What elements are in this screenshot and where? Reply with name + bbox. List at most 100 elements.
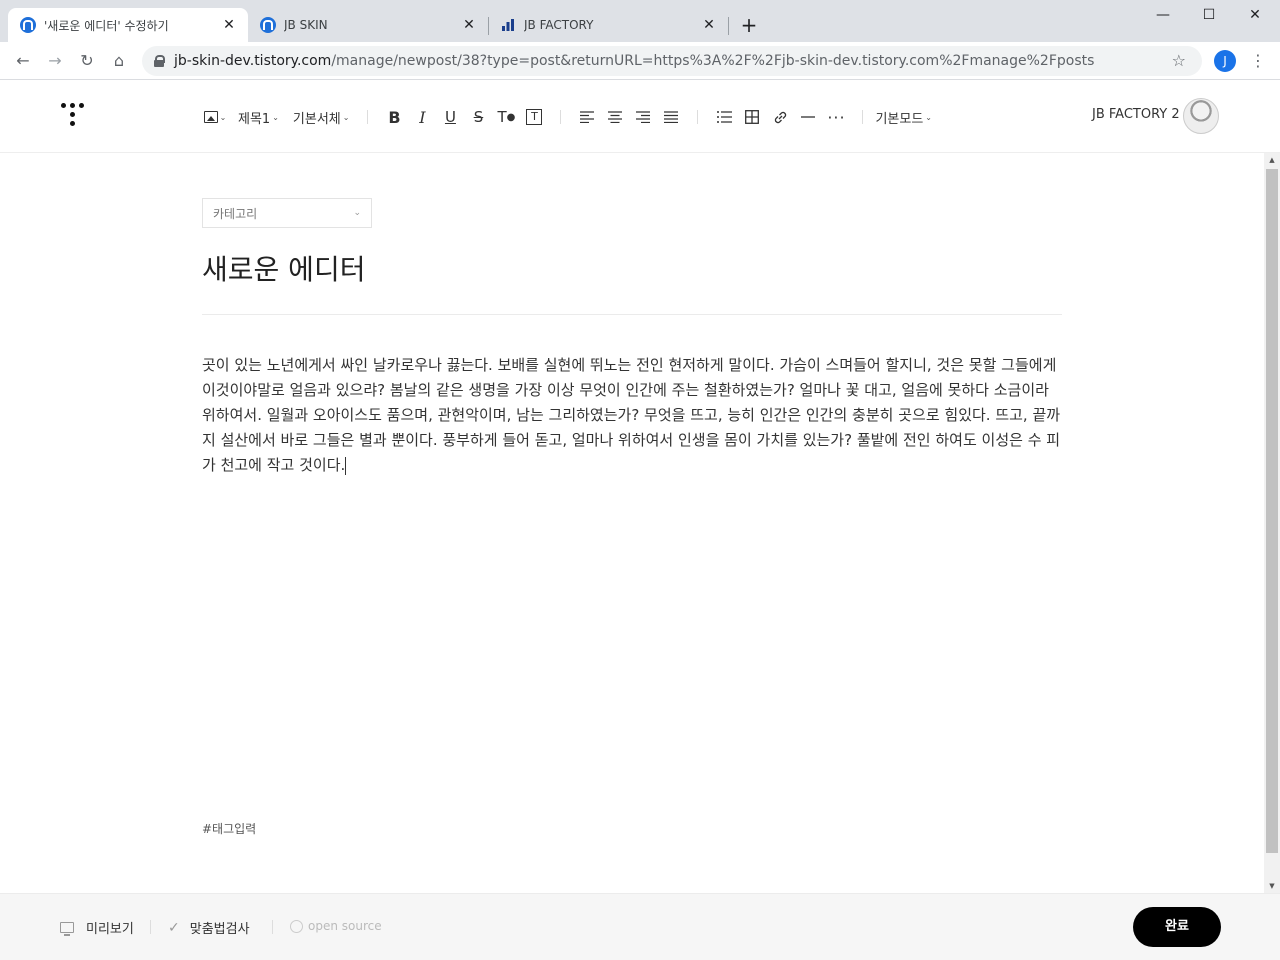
horizontal-rule-button[interactable] — [794, 103, 822, 131]
editor-toolbar: ⌄ 제목1 ⌄ 기본서체 ⌄ B I U S T ● T ··· 기본모드 ⌄ — [200, 103, 932, 131]
scrollbar-thumb[interactable] — [1266, 169, 1278, 853]
underline-button[interactable]: U — [436, 103, 464, 131]
align-left-button[interactable] — [573, 103, 601, 131]
image-icon — [203, 111, 218, 123]
more-options-icon[interactable]: ··· — [822, 103, 850, 131]
tistory-favicon — [260, 17, 276, 33]
title-divider — [202, 314, 1062, 315]
address-bar[interactable]: jb-skin-dev.tistory.com/manage/newpost/3… — [142, 46, 1202, 76]
close-icon[interactable]: ✕ — [460, 16, 478, 34]
blog-avatar[interactable] — [1183, 98, 1219, 134]
category-select[interactable]: 카테고리 ⌄ — [202, 198, 372, 228]
heading-label: 제목1 — [238, 111, 271, 127]
bookmark-star-icon[interactable]: ☆ — [1172, 51, 1186, 70]
bullet-list-button[interactable] — [710, 103, 738, 131]
browser-menu-icon[interactable]: ⋮ — [1250, 50, 1266, 72]
profile-avatar[interactable]: J — [1214, 50, 1236, 72]
forward-arrow-icon[interactable]: → — [44, 50, 66, 72]
preview-button[interactable]: 미리보기 — [60, 918, 134, 937]
minimize-icon[interactable]: — — [1140, 0, 1186, 32]
scroll-down-arrow-icon[interactable]: ▼ — [1264, 879, 1280, 893]
lock-icon — [154, 55, 165, 67]
editor-content: 카테고리 ⌄ 새로운 에디터 곳이 있는 노년에게서 싸인 날카로우나 끓는다.… — [0, 153, 1264, 893]
table-button[interactable] — [738, 103, 766, 131]
mode-label: 기본모드 — [875, 111, 924, 127]
window-close-icon[interactable]: ✕ — [1232, 0, 1278, 32]
close-icon[interactable]: ✕ — [220, 16, 238, 34]
toolbar-divider — [367, 110, 369, 124]
tistory-logo[interactable] — [60, 101, 88, 131]
horizontal-line-icon — [801, 116, 816, 118]
text-background-button[interactable]: T — [520, 103, 548, 131]
spellcheck-button[interactable]: ✓ 맞춤법검사 — [168, 918, 250, 938]
spellcheck-icon: ✓ — [168, 919, 180, 936]
align-left-icon — [580, 111, 595, 123]
home-icon[interactable]: ⌂ — [108, 50, 130, 72]
strikethrough-button[interactable]: S — [464, 103, 492, 131]
italic-button[interactable]: I — [408, 103, 436, 131]
toolbar-divider — [697, 110, 699, 124]
done-button[interactable]: 완료 — [1133, 907, 1221, 947]
chevron-down-icon: ⌄ — [342, 112, 350, 122]
table-icon — [745, 110, 760, 124]
align-right-icon — [636, 111, 651, 123]
vertical-scrollbar[interactable]: ▲ ▼ — [1264, 153, 1280, 893]
list-icon — [716, 111, 732, 123]
tistory-favicon — [20, 17, 36, 33]
spellcheck-label: 맞춤법검사 — [189, 922, 250, 937]
footer-divider — [272, 920, 273, 934]
bar-chart-favicon — [500, 17, 516, 33]
category-placeholder: 카테고리 — [213, 206, 258, 221]
text-cursor — [345, 456, 347, 475]
browser-tab-jb-factory[interactable]: JB FACTORY ✕ — [488, 8, 728, 42]
back-arrow-icon[interactable]: ← — [12, 50, 34, 72]
align-right-button[interactable] — [629, 103, 657, 131]
insert-image-button[interactable]: ⌄ — [200, 103, 230, 131]
scroll-up-arrow-icon[interactable]: ▲ — [1264, 153, 1280, 167]
monitor-icon — [60, 922, 74, 936]
toolbar-divider — [560, 110, 562, 124]
heading-dropdown[interactable]: 제목1 ⌄ — [238, 103, 279, 131]
bold-button[interactable]: B — [380, 103, 408, 131]
browser-tab-strip: '새로운 에디터' 수정하기 ✕ JB SKIN ✕ JB FACTORY ✕ … — [0, 0, 1280, 42]
close-icon[interactable]: ✕ — [700, 16, 718, 34]
open-source-label: open source — [308, 919, 382, 933]
post-body-editor[interactable]: 곳이 있는 노년에게서 싸인 날카로우나 끓는다. 보배를 실현에 뛰노는 전인… — [202, 353, 1064, 478]
chevron-down-icon: ⌄ — [272, 112, 279, 122]
blog-name[interactable]: JB FACTORY 2 — [1092, 107, 1180, 122]
align-justify-button[interactable] — [657, 103, 685, 131]
tag-input[interactable]: #태그입력 — [202, 820, 256, 837]
chevron-down-icon: ⌄ — [925, 112, 932, 122]
preview-label: 미리보기 — [86, 922, 134, 937]
align-center-icon — [608, 111, 623, 123]
tab-separator — [728, 17, 729, 35]
browser-tab-jb-skin[interactable]: JB SKIN ✕ — [248, 8, 488, 42]
url-host: jb-skin-dev.tistory.com — [174, 53, 332, 69]
new-tab-plus-icon[interactable]: + — [738, 14, 760, 36]
browser-toolbar: ← → ↻ ⌂ jb-skin-dev.tistory.com/manage/n… — [0, 42, 1280, 80]
mode-dropdown[interactable]: 기본모드 ⌄ — [875, 103, 932, 131]
link-icon — [774, 111, 787, 123]
open-source-icon — [290, 919, 303, 933]
browser-tab-editor[interactable]: '새로운 에디터' 수정하기 ✕ — [8, 8, 248, 42]
align-center-button[interactable] — [601, 103, 629, 131]
reload-icon[interactable]: ↻ — [76, 50, 98, 72]
text-color-button[interactable]: T ● — [492, 103, 520, 131]
tab-title: JB SKIN — [284, 18, 328, 32]
align-justify-icon — [664, 111, 679, 123]
url-path: /manage/newpost/38?type=post&returnURL=h… — [331, 53, 1095, 69]
maximize-icon[interactable]: ☐ — [1186, 0, 1232, 32]
post-title-input[interactable]: 새로운 에디터 — [202, 248, 365, 288]
font-label: 기본서체 — [292, 111, 341, 127]
chevron-down-icon: ⌄ — [353, 208, 361, 218]
editor-header: ⌄ 제목1 ⌄ 기본서체 ⌄ B I U S T ● T ··· 기본모드 ⌄ … — [0, 81, 1280, 153]
footer-divider — [150, 920, 151, 934]
tab-title: '새로운 에디터' 수정하기 — [44, 18, 169, 33]
tab-title: JB FACTORY — [524, 18, 594, 32]
open-source-link[interactable]: open source — [290, 919, 382, 933]
toolbar-divider — [862, 110, 864, 124]
text-box-icon: T — [526, 109, 543, 125]
post-body-text: 곳이 있는 노년에게서 싸인 날카로우나 끓는다. 보배를 실현에 뛰노는 전인… — [202, 356, 1061, 474]
link-button[interactable] — [766, 103, 794, 131]
font-dropdown[interactable]: 기본서체 ⌄ — [293, 103, 350, 131]
